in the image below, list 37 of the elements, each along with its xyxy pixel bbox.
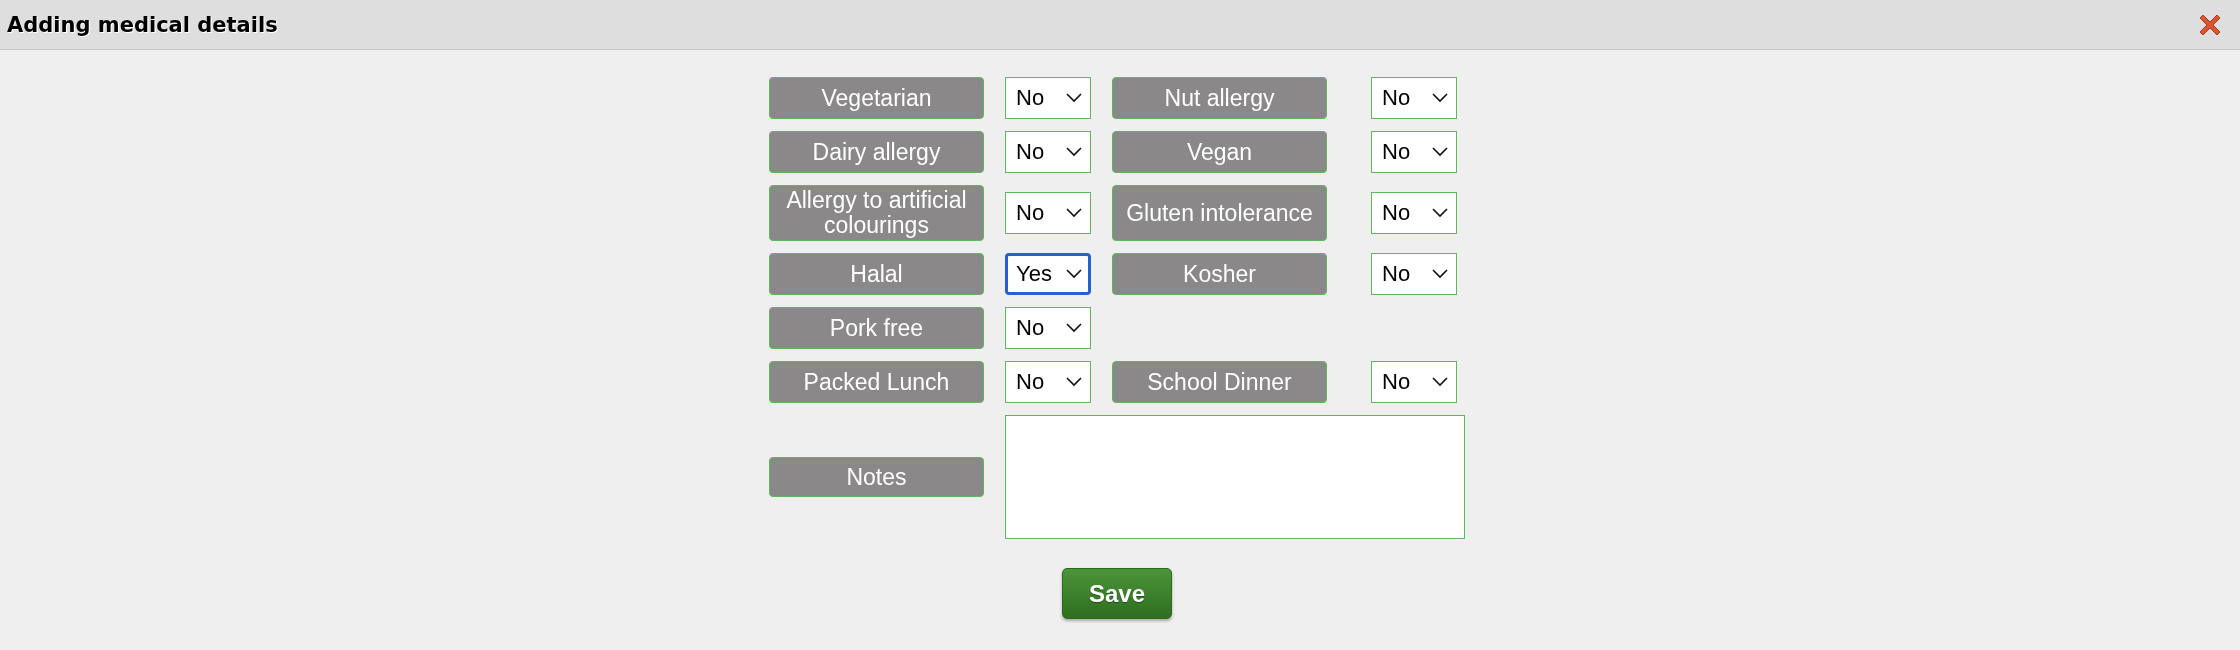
save-button[interactable]: Save — [1062, 568, 1172, 619]
field-label: Allergy to artificial colourings — [769, 185, 984, 241]
chevron-icon — [1432, 377, 1448, 387]
chevron-icon — [1066, 93, 1082, 103]
dropdown[interactable]: No — [1371, 361, 1457, 403]
dropdown[interactable]: No — [1371, 192, 1457, 234]
chevron-icon — [1432, 147, 1448, 157]
chevron-icon — [1066, 208, 1082, 218]
field-label: Notes — [769, 457, 984, 497]
dropdown[interactable]: Yes — [1005, 253, 1091, 295]
dropdown[interactable]: No — [1005, 361, 1091, 403]
chevron-icon — [1432, 269, 1448, 279]
chevron-icon — [1432, 208, 1448, 218]
field-label: Vegetarian — [769, 77, 984, 119]
dropdown[interactable]: No — [1371, 253, 1457, 295]
window-title: Adding medical details — [7, 12, 278, 37]
field-label: Halal — [769, 253, 984, 295]
chevron-icon — [1066, 269, 1082, 279]
chevron-icon — [1066, 377, 1082, 387]
field-label: Gluten intolerance — [1112, 185, 1327, 241]
chevron-icon — [1066, 147, 1082, 157]
field-label: Vegan — [1112, 131, 1327, 173]
field-label: Dairy allergy — [769, 131, 984, 173]
field-label: Packed Lunch — [769, 361, 984, 403]
field-label: Kosher — [1112, 253, 1327, 295]
dropdown[interactable]: No — [1005, 192, 1091, 234]
dropdown[interactable]: No — [1371, 131, 1457, 173]
dropdown[interactable]: No — [1005, 131, 1091, 173]
notes-field[interactable] — [1005, 415, 1465, 539]
dropdown[interactable]: No — [1005, 77, 1091, 119]
field-label: Pork free — [769, 307, 984, 349]
chevron-icon — [1432, 93, 1448, 103]
field-label: School Dinner — [1112, 361, 1327, 403]
field-label: Nut allergy — [1112, 77, 1327, 119]
dropdown[interactable]: No — [1005, 307, 1091, 349]
chevron-icon — [1066, 323, 1082, 333]
dropdown[interactable]: No — [1371, 77, 1457, 119]
